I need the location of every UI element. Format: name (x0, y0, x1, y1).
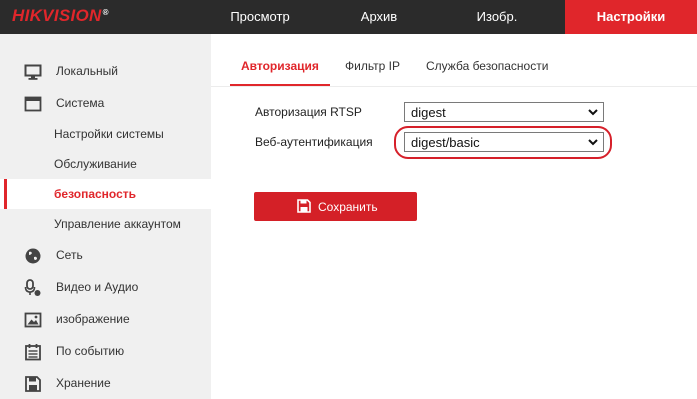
sidebar-sub-user-management[interactable]: Управление аккаунтом (0, 209, 211, 239)
sidebar-sub-label: Настройки системы (54, 127, 164, 141)
logo-text: HIKVISION (12, 6, 102, 25)
image-icon (24, 312, 42, 328)
sidebar-item-label: Видео и Аудио (56, 280, 139, 294)
active-indicator (4, 179, 7, 209)
highlight-annotation-oval (394, 126, 612, 159)
hikvision-logo: HIKVISION® (12, 6, 109, 26)
save-button[interactable]: Сохранить (254, 192, 417, 221)
rtsp-auth-label: Авторизация RTSP (255, 105, 362, 119)
nav-picture[interactable]: Изобр. (454, 0, 540, 34)
tab-authentication[interactable]: Авторизация (241, 59, 319, 73)
rtsp-auth-select[interactable]: digest (404, 102, 604, 122)
sidebar-item-event[interactable]: По событию (0, 336, 211, 366)
save-button-label: Сохранить (318, 200, 378, 214)
sidebar-item-label: Локальный (56, 64, 118, 78)
registered-mark: ® (102, 8, 109, 17)
calendar-icon (25, 344, 41, 361)
sidebar-item-label: Сеть (56, 248, 83, 262)
sidebar-item-network[interactable]: Сеть (0, 240, 211, 270)
tab-security-service[interactable]: Служба безопасности (426, 59, 548, 73)
nav-configuration[interactable]: Настройки (565, 0, 697, 34)
sidebar-sub-label: Управление аккаунтом (54, 217, 181, 231)
sidebar-item-local[interactable]: Локальный (0, 56, 211, 86)
sidebar-sub-label: Обслуживание (54, 157, 137, 171)
sidebar-item-label: Система (56, 96, 105, 110)
tab-ip-filter[interactable]: Фильтр IP (345, 59, 400, 73)
sidebar-item-label: По событию (56, 344, 125, 358)
sidebar: Локальный Система Настройки системы Обсл… (0, 34, 211, 399)
sidebar-sub-security[interactable]: безопасность (0, 179, 211, 209)
sidebar-item-system[interactable]: Система (0, 88, 211, 118)
nav-live-view[interactable]: Просмотр (212, 0, 308, 34)
save-icon (297, 199, 311, 213)
chevron-down-icon (588, 109, 598, 116)
globe-icon (25, 248, 41, 264)
monitor-icon (24, 64, 42, 80)
top-navigation-bar: HIKVISION® Просмотр Архив Изобр. Настрой… (0, 0, 697, 34)
nav-playback[interactable]: Архив (335, 0, 423, 34)
floppy-disk-icon (25, 376, 41, 392)
sidebar-sub-maintenance[interactable]: Обслуживание (0, 149, 211, 179)
sidebar-sub-system-settings[interactable]: Настройки системы (0, 119, 211, 149)
sidebar-item-storage[interactable]: Хранение (0, 368, 211, 398)
microphone-icon (24, 279, 41, 296)
window-icon (24, 96, 42, 112)
sidebar-item-video-audio[interactable]: Видео и Аудио (0, 272, 211, 302)
sidebar-item-label: изображение (56, 312, 130, 326)
sidebar-sub-label: безопасность (54, 187, 137, 201)
rtsp-auth-value: digest (411, 105, 446, 120)
sidebar-item-image[interactable]: изображение (0, 304, 211, 334)
tab-divider (211, 86, 697, 87)
active-tab-underline (230, 84, 330, 86)
web-auth-label: Веб-аутентификация (255, 135, 373, 149)
sidebar-item-label: Хранение (56, 376, 111, 390)
